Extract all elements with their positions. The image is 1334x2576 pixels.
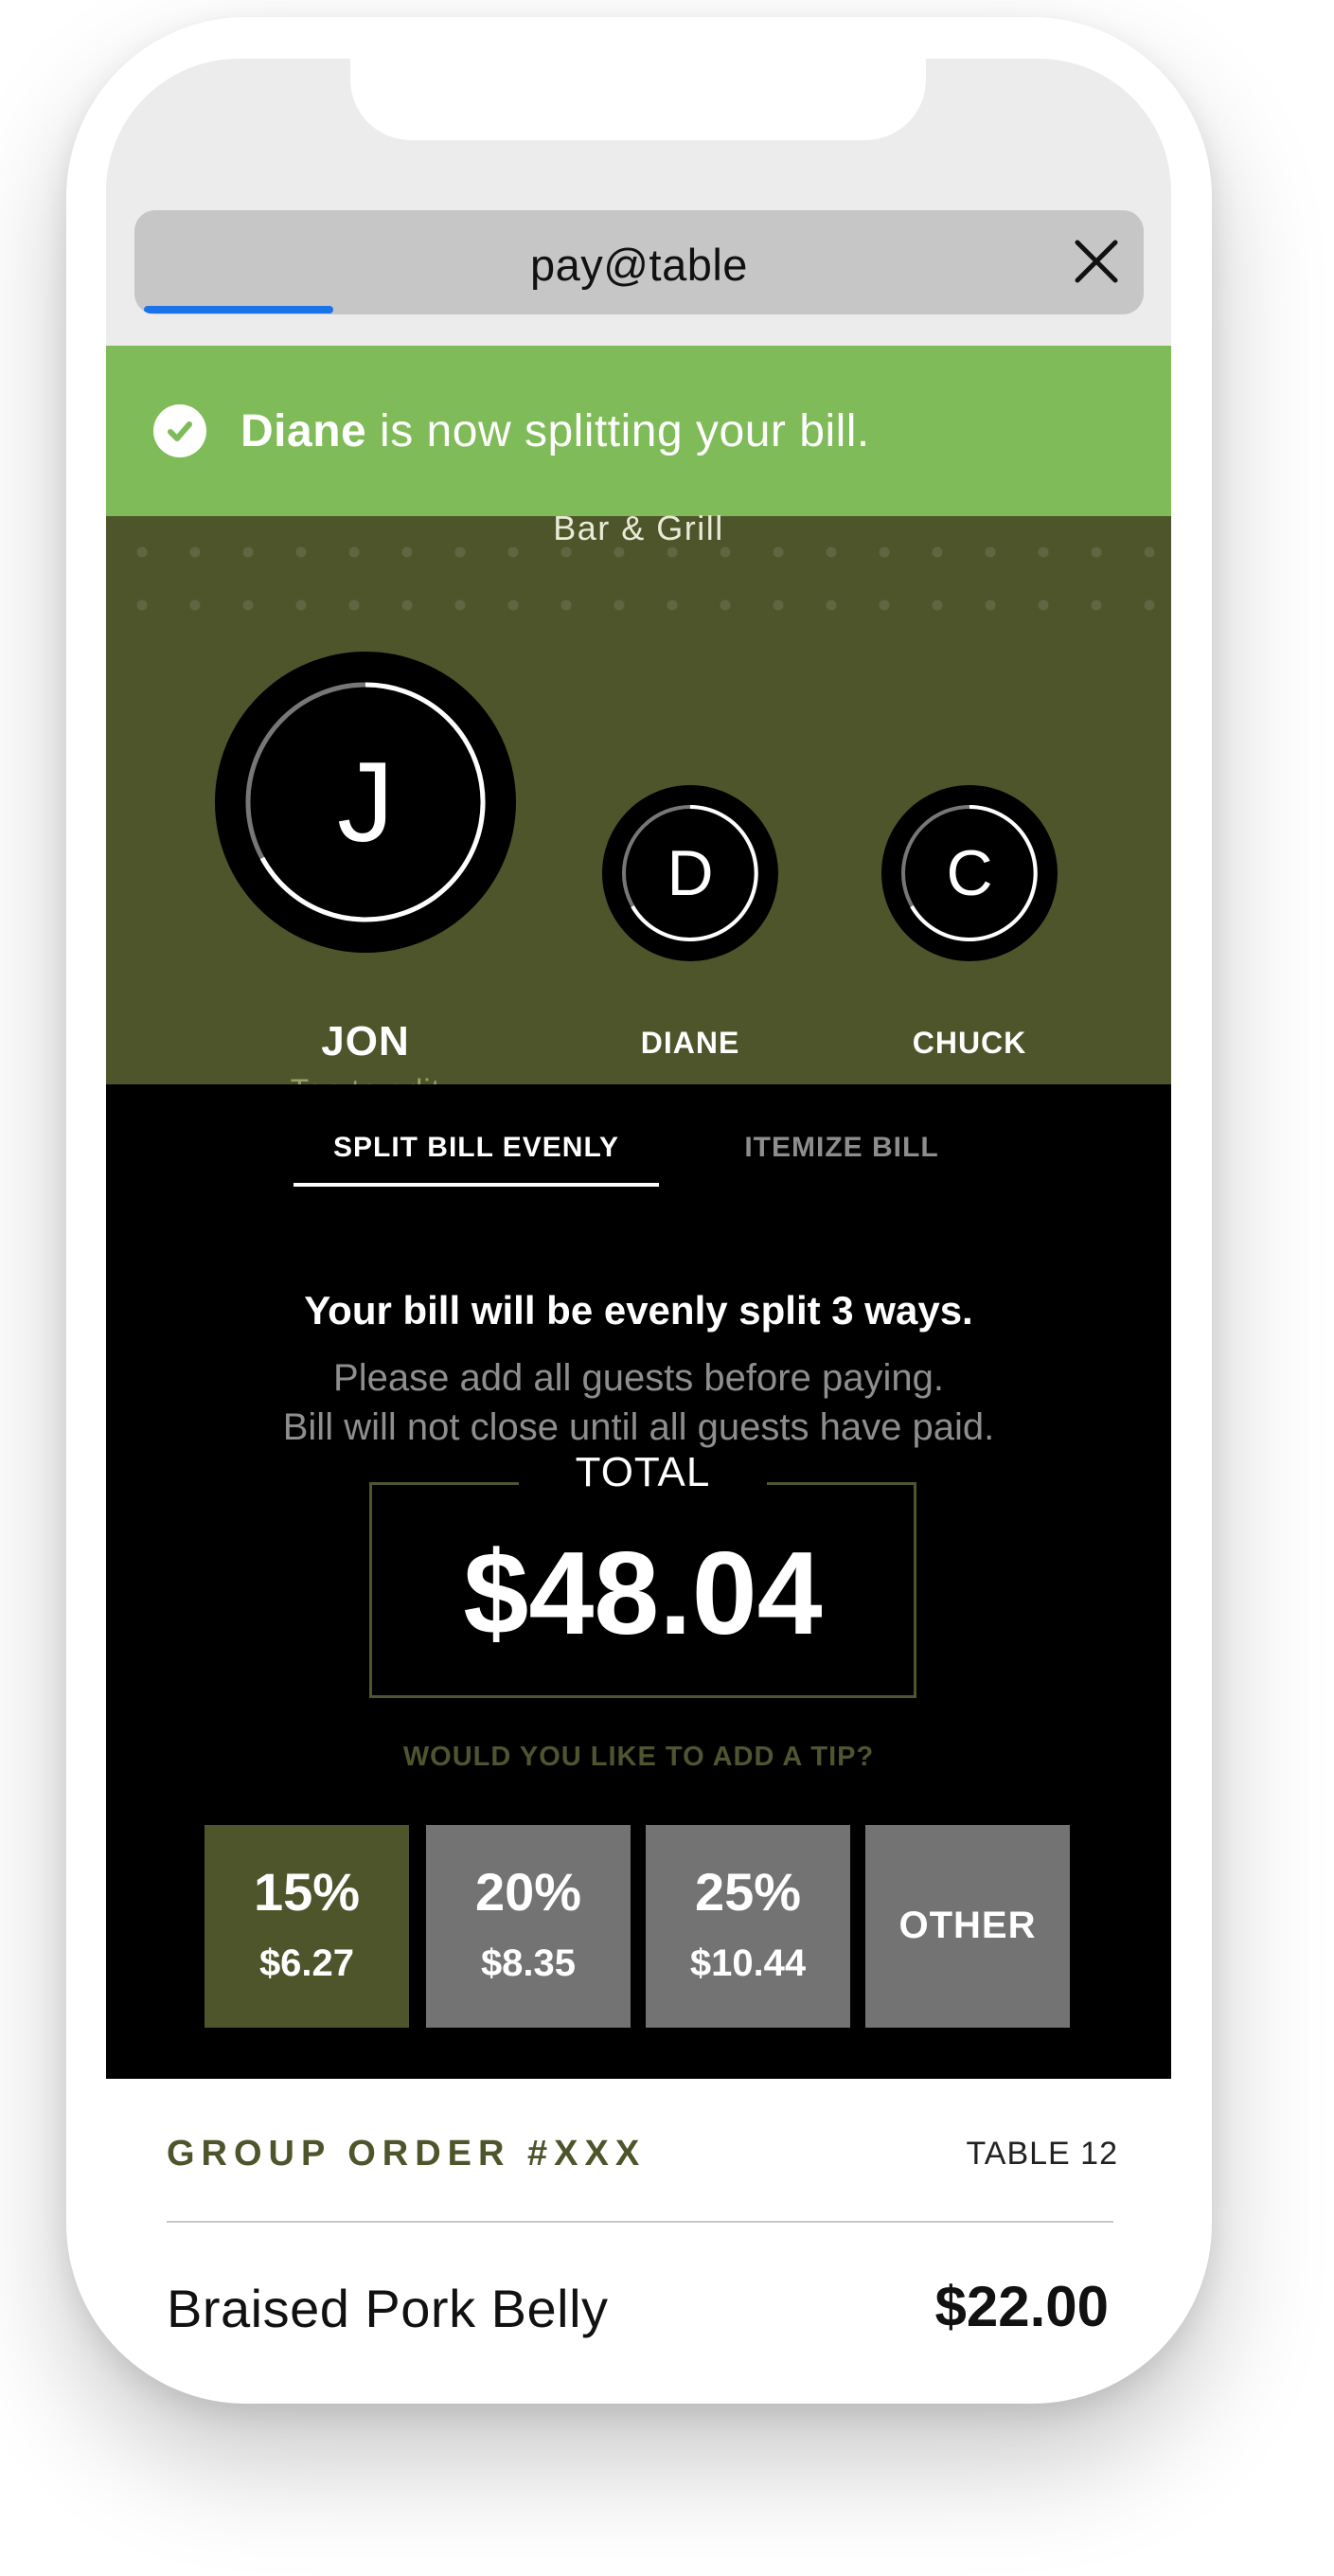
notification-text: Diane is now splitting your bill.: [240, 405, 870, 457]
split-tabs: SPLIT BILL EVENLY ITEMIZE BILL: [106, 1113, 1171, 1189]
tip-other-label: OTHER: [898, 1905, 1037, 1946]
tip-question: WOULD YOU LIKE TO ADD A TIP?: [402, 1742, 875, 1772]
group-order-section: GROUP ORDER #XXX TABLE 12 Braised Pork B…: [106, 2079, 1171, 2366]
order-item-name: Braised Pork Belly: [167, 2279, 609, 2338]
tip-option-25[interactable]: 25% $10.44: [646, 1825, 850, 2028]
tip-option-other[interactable]: OTHER: [865, 1825, 1070, 2028]
split-instruction-1: Please add all guests before paying.: [333, 1357, 944, 1399]
tip-percent: 25%: [694, 1862, 802, 1922]
guest-name-diane: DIANE: [640, 1026, 740, 1060]
split-notification-banner: Diane is now splitting your bill.: [106, 346, 1171, 516]
total-amount: $48.04: [463, 1529, 823, 1659]
guest-initial: D: [667, 837, 714, 909]
url-title: pay@table: [530, 240, 748, 290]
order-item-price: $22.00: [934, 2275, 1109, 2338]
total-box: TOTAL $48.04: [369, 1449, 916, 1698]
tip-percent: 20%: [474, 1862, 582, 1922]
guest-avatar-jon[interactable]: J: [215, 652, 516, 953]
loading-progress-bar: [144, 306, 333, 313]
guest-initial: J: [337, 739, 394, 866]
tab-itemize-bill[interactable]: ITEMIZE BILL: [712, 1113, 971, 1183]
group-order-title: GROUP ORDER #XXX: [167, 2134, 647, 2174]
split-instruction-2: Bill will not close until all guests hav…: [282, 1406, 995, 1448]
notification-name: Diane: [240, 405, 367, 456]
tip-option-20[interactable]: 20% $8.35: [426, 1825, 631, 2028]
close-icon[interactable]: [1068, 233, 1125, 290]
device-notch: [350, 59, 926, 140]
table-number: TABLE 12: [966, 2136, 1118, 2172]
guest-avatar-diane[interactable]: D: [602, 785, 778, 961]
guest-avatar-chuck[interactable]: C: [881, 785, 1058, 961]
guests-panel: Bar & Grill J JON Tap to edit D DIANE: [106, 509, 1171, 1107]
notification-message: is now splitting your bill.: [366, 405, 870, 456]
divider: [167, 2221, 1113, 2223]
tip-amount: $6.27: [258, 1942, 355, 1984]
guest-initial: C: [946, 837, 993, 909]
url-bar[interactable]: pay@table: [134, 210, 1144, 314]
guest-name-chuck: CHUCK: [912, 1026, 1027, 1060]
bill-split-panel: SPLIT BILL EVENLY ITEMIZE BILL Your bill…: [106, 1084, 1171, 2079]
tip-percent: 15%: [253, 1862, 361, 1922]
checkmark-icon: [153, 404, 206, 457]
tab-split-bill-evenly[interactable]: SPLIT BILL EVENLY: [293, 1113, 659, 1187]
restaurant-subtitle: Bar & Grill: [553, 509, 724, 547]
tip-option-15[interactable]: 15% $6.27: [205, 1825, 409, 2028]
tip-amount: $10.44: [689, 1942, 807, 1984]
total-label: TOTAL: [518, 1449, 768, 1495]
app-screen: pay@table Diane is now splitting your bi…: [106, 59, 1171, 2366]
guest-name-jon: JON: [321, 1018, 410, 1064]
browser-header: pay@table: [106, 59, 1171, 346]
tip-amount: $8.35: [480, 1942, 577, 1984]
split-headline: Your bill will be evenly split 3 ways.: [304, 1288, 973, 1333]
phone-frame: pay@table Diane is now splitting your bi…: [66, 17, 1212, 2404]
